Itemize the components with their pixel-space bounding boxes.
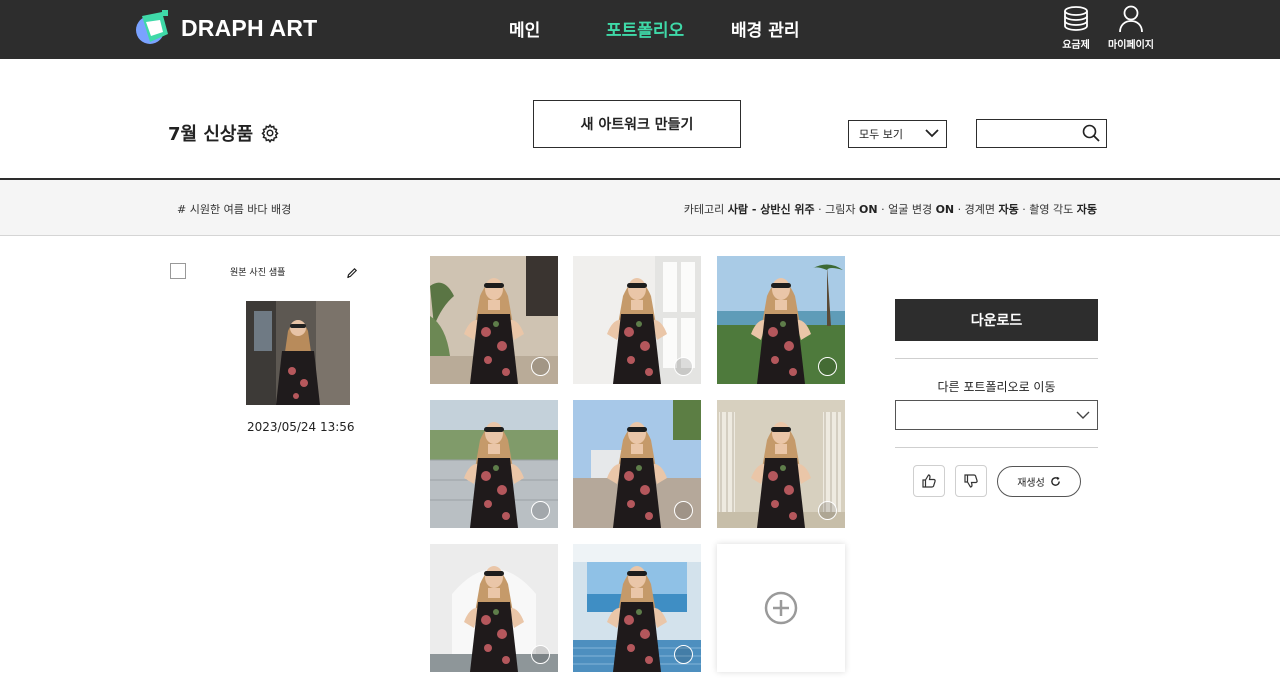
image-select-radio[interactable] xyxy=(531,501,550,520)
thumbs-up-button[interactable] xyxy=(913,465,945,497)
portfolio-title: 7월 신상품 xyxy=(168,120,280,146)
original-photo-label: 원본 사진 샘플 xyxy=(230,268,286,278)
brand-logo[interactable]: DRAPH ART xyxy=(132,8,317,48)
result-image-4[interactable] xyxy=(430,400,558,528)
move-portfolio-select[interactable] xyxy=(895,400,1098,430)
divider xyxy=(895,358,1098,359)
option-face-name: 얼굴 변경 xyxy=(888,203,933,216)
mypage-button[interactable]: 마이페이지 xyxy=(1103,5,1159,51)
result-image-2[interactable] xyxy=(573,256,701,384)
option-angle-name: 촬영 각도 xyxy=(1029,203,1074,216)
refresh-icon xyxy=(1050,476,1060,486)
thumbs-up-icon xyxy=(922,474,936,488)
chevron-down-icon xyxy=(1076,411,1090,419)
result-image-7[interactable] xyxy=(430,544,558,672)
top-navigation-bar: DRAPH ART 메인 포트폴리오 배경 관리 요금제 마이페이지 xyxy=(0,0,1280,59)
pricing-label: 요금제 xyxy=(1062,40,1090,51)
image-select-radio[interactable] xyxy=(531,645,550,664)
option-shadow-name: 그림자 xyxy=(825,203,856,216)
nav-portfolio[interactable]: 포트폴리오 xyxy=(606,16,684,41)
thumbs-down-icon xyxy=(964,474,978,488)
add-image-tile[interactable] xyxy=(717,544,845,672)
option-edge-name: 경계면 xyxy=(964,203,996,216)
option-shadow-value: ON xyxy=(859,203,878,216)
result-image-3[interactable] xyxy=(717,256,845,384)
image-select-radio[interactable] xyxy=(674,357,693,376)
image-select-radio[interactable] xyxy=(674,501,693,520)
regenerate-label: 재생성 xyxy=(1017,478,1045,489)
logo-mark-icon xyxy=(132,8,172,48)
pricing-button[interactable]: 요금제 xyxy=(1048,5,1104,51)
generation-options: 카테고리 사람 - 상반신 위주 · 그림자 ON · 얼굴 변경 ON · 경… xyxy=(683,203,1097,216)
option-face-value: ON xyxy=(935,203,955,216)
regenerate-button[interactable]: 재생성 xyxy=(997,466,1081,497)
original-upload-date: 2023/05/24 13:56 xyxy=(247,420,355,434)
pencil-icon[interactable] xyxy=(346,264,358,283)
gear-icon[interactable] xyxy=(260,123,280,143)
new-artwork-button[interactable]: 새 아트워크 만들기 xyxy=(533,100,741,148)
nav-background-management[interactable]: 배경 관리 xyxy=(731,16,799,41)
search-input[interactable] xyxy=(983,120,1083,144)
original-select-checkbox[interactable] xyxy=(170,263,186,279)
thumbs-down-button[interactable] xyxy=(955,465,987,497)
result-image-1[interactable] xyxy=(430,256,558,384)
background-tag: # 시원한 여름 바다 배경 xyxy=(177,203,292,216)
portfolio-info-bar: # 시원한 여름 바다 배경 카테고리 사람 - 상반신 위주 · 그림자 ON… xyxy=(0,178,1280,236)
divider xyxy=(895,447,1098,448)
original-photo[interactable] xyxy=(246,301,350,405)
search-box xyxy=(976,119,1107,148)
user-icon xyxy=(1119,5,1143,33)
view-filter-select[interactable]: 모두 보기 xyxy=(848,120,947,148)
portfolio-title-text: 7월 신상품 xyxy=(168,124,254,145)
option-angle-value: 자동 xyxy=(1076,203,1097,216)
mypage-label: 마이페이지 xyxy=(1108,40,1154,51)
view-filter-value: 모두 보기 xyxy=(859,128,903,141)
search-icon[interactable] xyxy=(1082,124,1100,142)
download-button[interactable]: 다운로드 xyxy=(895,299,1098,341)
result-image-8[interactable] xyxy=(573,544,701,672)
image-select-radio[interactable] xyxy=(818,501,837,520)
move-portfolio-label: 다른 포트폴리오로 이동 xyxy=(937,380,1056,394)
result-image-6[interactable] xyxy=(717,400,845,528)
chevron-down-icon xyxy=(925,129,939,138)
result-image-5[interactable] xyxy=(573,400,701,528)
plus-circle-icon xyxy=(764,591,798,625)
option-category-value: 사람 - 상반신 위주 xyxy=(727,203,815,216)
coins-icon xyxy=(1064,6,1088,31)
option-edge-value: 자동 xyxy=(998,203,1019,216)
option-category-name: 카테고리 xyxy=(683,203,725,216)
brand-name: DRAPH ART xyxy=(181,14,318,41)
nav-main[interactable]: 메인 xyxy=(509,16,540,41)
image-select-radio[interactable] xyxy=(818,357,837,376)
image-select-radio[interactable] xyxy=(674,645,693,664)
image-select-radio[interactable] xyxy=(531,357,550,376)
